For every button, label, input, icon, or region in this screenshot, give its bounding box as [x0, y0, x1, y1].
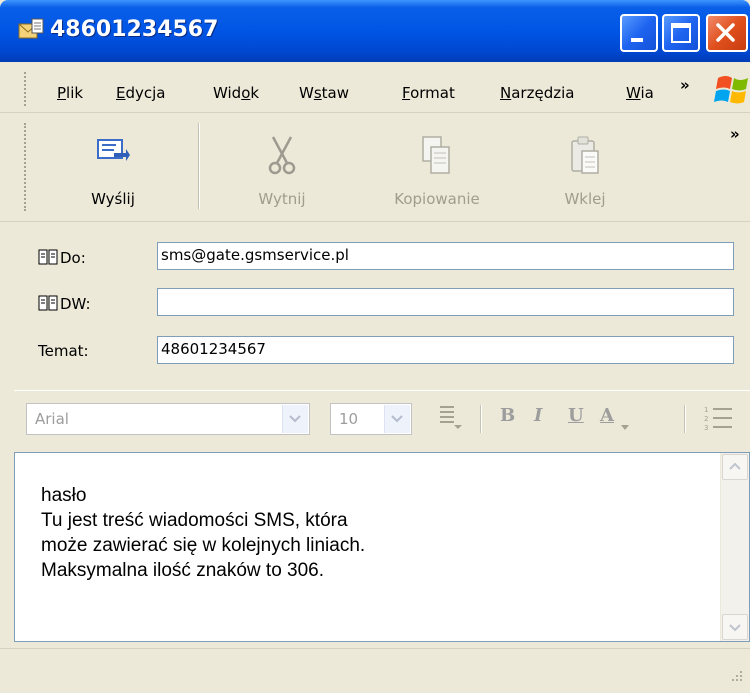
cc-label: DW:: [60, 295, 91, 313]
menu-wiadomosc[interactable]: Wia: [626, 84, 654, 102]
chevron-down-icon: [729, 624, 741, 632]
scissors-icon: [267, 135, 297, 179]
status-bar: [0, 648, 750, 693]
font-dropdown-chevron-icon[interactable]: [282, 405, 308, 433]
menu-format[interactable]: Format: [402, 84, 455, 102]
window-title: 48601234567: [50, 17, 219, 42]
cc-field-button[interactable]: DW:: [38, 294, 91, 316]
copy-button[interactable]: Kopiowanie: [370, 113, 504, 213]
send-label: Wyślij: [91, 190, 135, 208]
paste-button[interactable]: Wklej: [540, 113, 630, 213]
numbered-list-icon[interactable]: 123: [704, 405, 734, 437]
new-message-icon: [18, 18, 44, 42]
toolbar-grip[interactable]: [24, 123, 30, 211]
toolbar: Wyślij Wytnij Kopiowanie Wklej »: [0, 113, 750, 222]
toolbar-separator: [198, 123, 200, 209]
windows-logo-icon: [712, 72, 750, 112]
italic-button[interactable]: I: [534, 405, 542, 426]
vertical-scrollbar[interactable]: [720, 453, 749, 641]
to-label: Do:: [60, 249, 86, 267]
svg-text:1: 1: [704, 406, 708, 414]
menu-more-chevron[interactable]: »: [680, 76, 690, 94]
svg-text:3: 3: [704, 424, 708, 432]
menu-plik[interactable]: Plik: [57, 84, 83, 102]
copy-icon: [421, 135, 453, 181]
font-select[interactable]: Arial: [26, 403, 310, 435]
format-separator: [480, 405, 482, 433]
send-button[interactable]: Wyślij: [58, 113, 168, 213]
cut-label: Wytnij: [258, 190, 306, 208]
chevron-up-icon: [729, 462, 741, 470]
subject-label: Temat:: [38, 342, 89, 360]
font-value: Arial: [35, 410, 69, 428]
menu-edycja[interactable]: Edycja: [116, 84, 166, 102]
bold-button[interactable]: B: [500, 405, 515, 426]
scroll-down-button[interactable]: [722, 614, 748, 640]
menu-narzedzia[interactable]: Narzędzia: [500, 84, 574, 102]
minimize-button[interactable]: [620, 14, 658, 52]
body-line: Maksymalna ilość znaków to 306.: [41, 560, 325, 581]
menu-widok[interactable]: Widok: [213, 84, 259, 102]
scroll-up-button[interactable]: [722, 454, 748, 480]
body-line: może zawierać się w kolejnych liniach.: [41, 535, 366, 556]
body-line: Tu jest treść wiadomości SMS, która: [41, 510, 348, 531]
menu-bar: Plik Edycja Widok Wstaw Format Narzędzia…: [0, 62, 750, 113]
paste-icon: [568, 135, 602, 181]
paste-label: Wklej: [564, 190, 606, 208]
menu-wstaw[interactable]: Wstaw: [299, 84, 349, 102]
size-value: 10: [339, 410, 359, 428]
close-button[interactable]: [706, 14, 748, 52]
to-field-button[interactable]: Do:: [38, 248, 86, 270]
cut-button[interactable]: Wytnij: [232, 113, 332, 213]
resize-grip-icon[interactable]: [728, 667, 744, 687]
size-dropdown-chevron-icon[interactable]: [384, 405, 410, 433]
title-bar[interactable]: 48601234567: [0, 0, 750, 62]
copy-label: Kopiowanie: [394, 190, 480, 208]
paragraph-style-icon[interactable]: [438, 403, 464, 436]
to-input[interactable]: sms@gate.gsmservice.pl: [157, 242, 734, 270]
cc-input[interactable]: [157, 288, 734, 316]
menu-grip[interactable]: [24, 72, 30, 106]
address-book-icon: [38, 294, 58, 316]
maximize-button[interactable]: [662, 14, 700, 52]
format-toolbar: Arial 10 B I U A 123: [14, 390, 750, 453]
body-line: hasło: [41, 485, 87, 506]
font-color-dropdown-icon[interactable]: [620, 417, 630, 435]
address-book-icon: [38, 248, 58, 270]
font-color-button[interactable]: A: [600, 405, 614, 426]
toolbar-more-chevron[interactable]: »: [730, 125, 740, 143]
svg-text:2: 2: [704, 415, 708, 423]
message-body-editor[interactable]: hasło Tu jest treść wiadomości SMS, któr…: [14, 452, 750, 642]
minimize-icon: [631, 38, 643, 42]
underline-button[interactable]: U: [568, 405, 584, 426]
format-separator: [684, 405, 686, 433]
close-icon: [716, 23, 735, 42]
size-select[interactable]: 10: [330, 403, 412, 435]
subject-input[interactable]: 48601234567: [157, 336, 734, 364]
message-body-text[interactable]: hasło Tu jest treść wiadomości SMS, któr…: [41, 483, 365, 583]
send-icon: [96, 135, 130, 169]
